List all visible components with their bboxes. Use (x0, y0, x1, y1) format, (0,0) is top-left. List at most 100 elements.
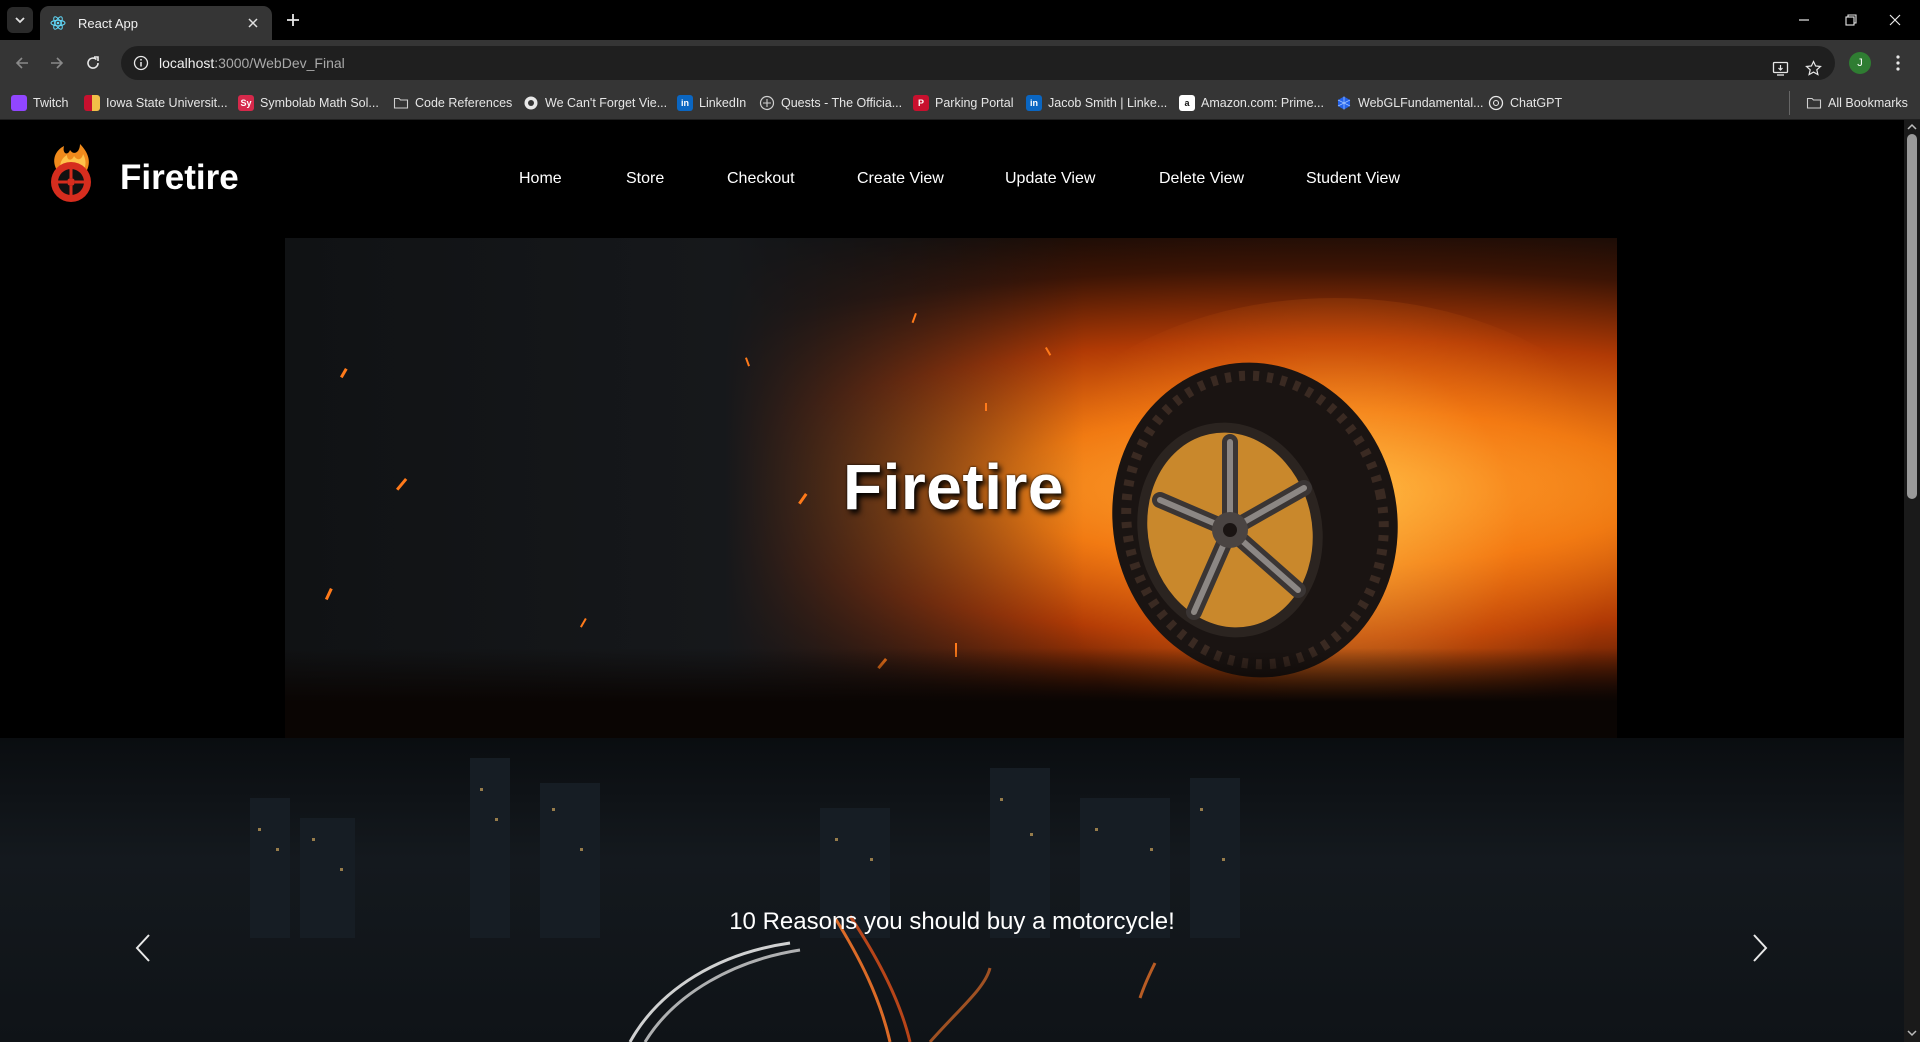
bookmark-label: Twitch (33, 96, 69, 110)
nav-store[interactable]: Store (626, 170, 664, 188)
nav-update-view[interactable]: Update View (1005, 170, 1095, 188)
minimize-icon (1799, 19, 1809, 21)
flaming-wheel-logo-icon[interactable] (40, 142, 102, 206)
isu-icon (84, 95, 100, 111)
folder-icon (1806, 97, 1822, 109)
scrollbar-thumb[interactable] (1907, 134, 1917, 499)
linkedin-icon: in (677, 95, 693, 111)
bookmarks-divider (1789, 91, 1790, 115)
chevron-right-icon (1753, 934, 1768, 962)
bookmark-label: Iowa State Universit... (106, 96, 228, 110)
bookmark-parking-portal[interactable]: P Parking Portal (913, 92, 1014, 114)
back-button[interactable] (10, 51, 34, 75)
bookmark-label: Jacob Smith | Linke... (1048, 96, 1168, 110)
profile-avatar[interactable]: J (1849, 52, 1871, 74)
nav-student-view[interactable]: Student View (1306, 170, 1400, 188)
bookmark-label: Symbolab Math Sol... (260, 96, 379, 110)
bookmark-label: Code References (415, 96, 513, 110)
hero-title: Firetire (843, 451, 1064, 523)
browser-toolbar: localhost:3000/WebDev_Final J (0, 40, 1920, 86)
amazon-icon: a (1179, 95, 1195, 111)
carousel-prev-button[interactable] (128, 928, 158, 968)
close-window-button[interactable] (1883, 8, 1907, 32)
arrow-left-icon (15, 57, 28, 69)
bookmark-twitch[interactable]: Twitch (11, 92, 68, 114)
url-path: :3000/WebDev_Final (214, 55, 345, 71)
address-bar[interactable]: localhost:3000/WebDev_Final (121, 46, 1835, 80)
chatgpt-icon (1488, 95, 1504, 111)
bookmark-label: WebGLFundamental... (1358, 96, 1484, 110)
nav-checkout[interactable]: Checkout (727, 170, 795, 188)
browser-menu-button[interactable] (1886, 51, 1910, 75)
quests-icon (759, 95, 775, 111)
page-scrollbar[interactable] (1904, 120, 1920, 1042)
bookmark-amazon[interactable]: a Amazon.com: Prime... (1179, 92, 1324, 114)
bookmark-label: We Can't Forget Vie... (545, 96, 668, 110)
install-app-button[interactable] (1768, 56, 1792, 80)
symbolab-icon: Sy (238, 95, 254, 111)
bookmark-label: LinkedIn (699, 96, 747, 110)
carousel-caption: 10 Reasons you should buy a motorcycle! (729, 908, 1175, 935)
burning-tire-image (1112, 362, 1398, 678)
close-icon (1889, 14, 1901, 26)
site-header: Firetire Home Store Checkout Create View… (0, 120, 1904, 238)
tab-strip: React App (0, 0, 1920, 40)
reload-icon (87, 56, 99, 69)
bookmark-label: Parking Portal (935, 96, 1014, 110)
linkedin-icon: in (1026, 95, 1042, 111)
scroll-down-icon[interactable] (1907, 1028, 1917, 1038)
star-icon (1804, 59, 1822, 76)
restore-button[interactable] (1839, 8, 1863, 32)
scroll-up-icon[interactable] (1907, 122, 1917, 132)
bookmark-iowa-state[interactable]: Iowa State Universit... (84, 92, 228, 114)
bookmark-we-cant-forget[interactable]: We Can't Forget Vie... (523, 92, 667, 114)
bookmark-symbolab[interactable]: Sy Symbolab Math Sol... (238, 92, 379, 114)
twitch-icon (11, 95, 27, 111)
bookmarks-bar: Twitch Iowa State Universit... Sy Symbola… (0, 86, 1920, 120)
hero-banner: Firetire (285, 238, 1617, 738)
parking-icon: P (913, 95, 929, 111)
tab-close-button[interactable] (244, 14, 262, 32)
city-night-skyline-image (250, 758, 1240, 1042)
webgl-icon (1337, 96, 1351, 110)
react-icon (50, 16, 66, 30)
new-tab-button[interactable] (282, 9, 304, 31)
nav-delete-view[interactable]: Delete View (1159, 170, 1244, 188)
url-host: localhost (159, 55, 215, 71)
site-info-icon (133, 55, 149, 71)
all-bookmarks-button[interactable]: All Bookmarks (1806, 92, 1908, 114)
bookmark-star-button[interactable] (1801, 56, 1825, 80)
brand-name[interactable]: Firetire (120, 158, 239, 198)
plus-icon (287, 14, 299, 26)
bookmark-quests[interactable]: Quests - The Officia... (759, 92, 902, 114)
install-icon (1772, 61, 1788, 76)
bookmark-jacob-smith-linkedin[interactable]: in Jacob Smith | Linke... (1026, 92, 1167, 114)
chevron-down-icon (15, 17, 25, 24)
bookmark-linkedin[interactable]: in LinkedIn (677, 92, 746, 114)
bookmark-folder-code-references[interactable]: Code References (393, 92, 512, 114)
close-icon (248, 18, 258, 28)
tab-search-button[interactable] (7, 7, 33, 33)
all-bookmarks-label: All Bookmarks (1828, 96, 1908, 110)
folder-icon (393, 97, 409, 109)
arrow-right-icon (51, 57, 64, 69)
nav-create-view[interactable]: Create View (857, 170, 944, 188)
carousel-next-button[interactable] (1745, 928, 1775, 968)
bookmark-label: Quests - The Officia... (781, 96, 903, 110)
nav-home[interactable]: Home (519, 170, 562, 188)
forget-icon (524, 96, 538, 110)
tab-title: React App (78, 15, 138, 31)
restore-icon (1845, 14, 1857, 26)
forward-button[interactable] (45, 51, 69, 75)
reload-button[interactable] (81, 51, 105, 75)
minimize-button[interactable] (1792, 8, 1816, 32)
active-tab[interactable]: React App (40, 6, 272, 40)
carousel: 10 Reasons you should buy a motorcycle! (0, 738, 1904, 1042)
bookmark-label: Amazon.com: Prime... (1201, 96, 1324, 110)
kebab-menu-icon (1896, 55, 1900, 71)
hero-ground (285, 648, 1617, 738)
bookmark-label: ChatGPT (1510, 96, 1563, 110)
page-viewport: Firetire Home Store Checkout Create View… (0, 120, 1904, 1042)
bookmark-chatgpt[interactable]: ChatGPT (1488, 92, 1562, 114)
bookmark-webgl[interactable]: WebGLFundamental... (1336, 92, 1484, 114)
